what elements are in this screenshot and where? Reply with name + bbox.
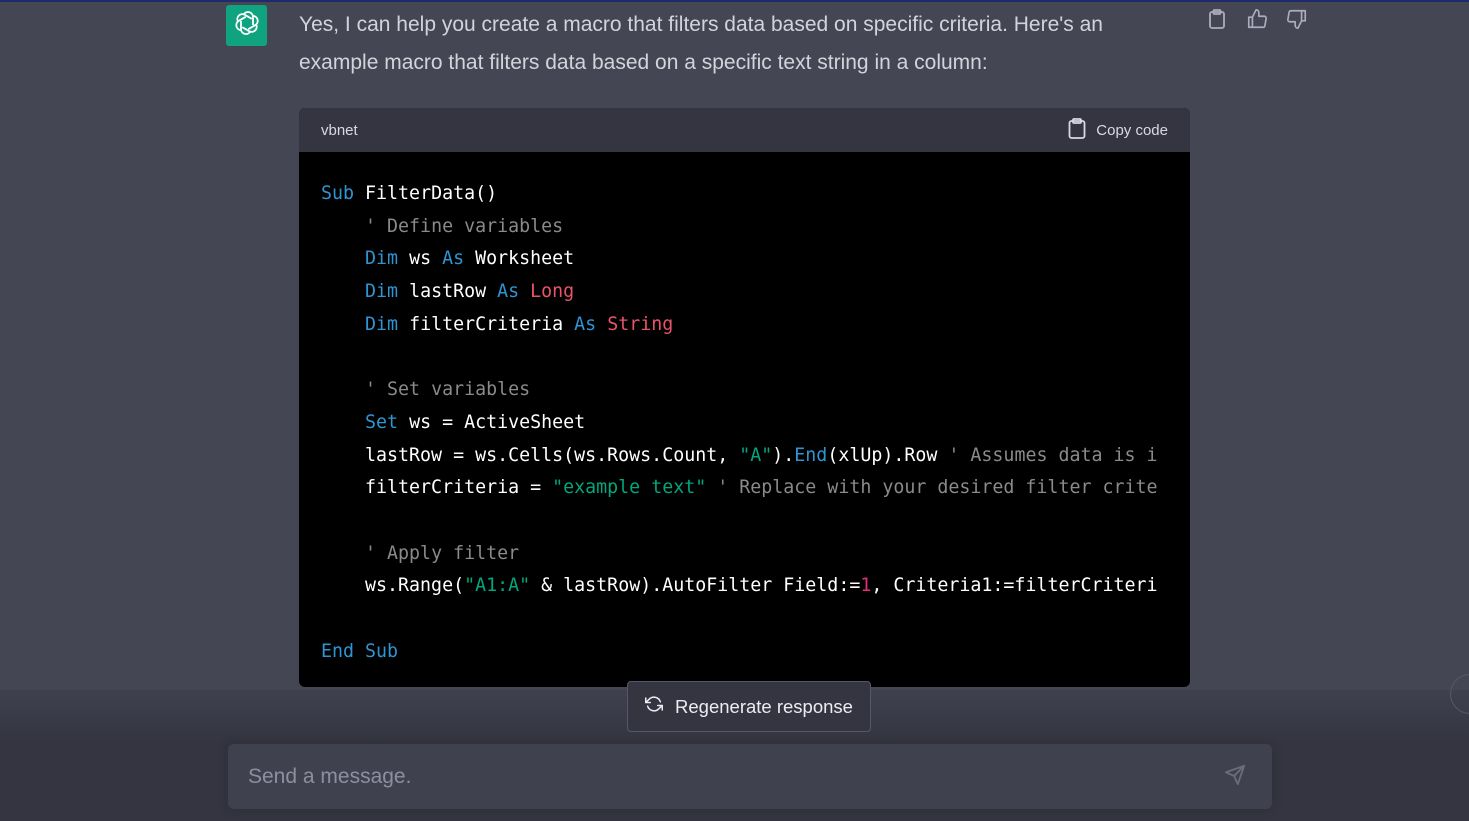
code-token: As (497, 281, 520, 303)
thumbs-up-icon (1246, 8, 1268, 35)
code-token: Dim (365, 313, 399, 335)
send-icon (1224, 764, 1246, 790)
code-line: ' Define variables (321, 211, 1190, 244)
thumbs-up-button[interactable] (1244, 8, 1270, 34)
code-token: ws = ActiveSheet (398, 411, 586, 433)
code-block: vbnet Copy code Sub FilterData() ' Defin… (299, 108, 1190, 687)
assistant-avatar (226, 5, 267, 46)
code-line: ' Apply filter (321, 538, 1190, 571)
send-button[interactable] (1224, 764, 1250, 790)
code-token: "example text" (552, 477, 707, 499)
top-accent-line (0, 0, 1469, 2)
code-content: Sub FilterData() ' Define variables Dim … (299, 152, 1190, 687)
code-token: Worksheet (464, 248, 575, 270)
code-line: ' Set variables (321, 374, 1190, 407)
openai-logo-icon (233, 9, 261, 42)
code-token: , Criteria1:=filterCriteri (871, 575, 1158, 597)
code-token: ' Define variables (365, 215, 564, 237)
thumbs-down-icon (1286, 8, 1308, 35)
code-token: End (794, 444, 828, 466)
code-line: End Sub (321, 636, 1190, 669)
thumbs-down-button[interactable] (1284, 8, 1310, 34)
code-token: FilterData() (354, 183, 498, 204)
assistant-message-text: Yes, I can help you create a macro that … (299, 13, 1103, 74)
clipboard-icon (1068, 117, 1086, 143)
code-token: ' Apply filter (365, 542, 520, 564)
code-token: & lastRow).AutoFilter Field:= (530, 575, 861, 597)
code-token: "A1:A" (464, 575, 531, 597)
message-input[interactable] (246, 754, 1210, 800)
code-token: ' Replace with your desired filter crite (717, 477, 1158, 499)
code-token: String (607, 313, 674, 335)
code-line: lastRow = ws.Cells(ws.Rows.Count, "A").E… (321, 440, 1190, 473)
code-token: filterCriteria = (321, 477, 553, 499)
refresh-icon (645, 695, 664, 718)
code-token: lastRow (398, 281, 498, 303)
code-token: "A" (739, 444, 773, 466)
regenerate-response-button[interactable]: Regenerate response (627, 681, 871, 732)
code-line: filterCriteria = "example text" ' Replac… (321, 472, 1190, 505)
code-token: As (442, 248, 465, 270)
code-token: End (321, 640, 355, 662)
message-actions (1204, 8, 1310, 34)
code-line: Sub FilterData() (321, 178, 1190, 211)
code-block-header: vbnet Copy code (299, 108, 1190, 152)
code-token: Long (530, 281, 575, 303)
code-token: Set (365, 411, 399, 433)
copy-code-label: Copy code (1096, 121, 1168, 139)
code-token: filterCriteria (398, 313, 575, 335)
code-line: Dim ws As Worksheet (321, 243, 1190, 276)
code-token: Dim (365, 281, 399, 303)
message-composer (228, 744, 1272, 809)
code-token: (xlUp).Row (827, 444, 949, 466)
code-line: Set ws = ActiveSheet (321, 407, 1190, 440)
code-line: Dim filterCriteria As String (321, 309, 1190, 342)
code-token: As (574, 313, 597, 335)
code-line: ws.Range("A1:A" & lastRow).AutoFilter Fi… (321, 570, 1190, 603)
copy-code-button[interactable]: Copy code (1068, 117, 1168, 143)
code-token: ' Set variables (365, 379, 531, 401)
code-token: Sub (365, 640, 399, 662)
regenerate-label: Regenerate response (675, 695, 853, 717)
code-token: 1 (860, 575, 872, 597)
code-token: ' Assumes data is i (948, 444, 1158, 466)
code-token: Sub (321, 183, 355, 204)
code-language-label: vbnet (321, 121, 358, 139)
code-token: ). (772, 444, 795, 466)
code-token: lastRow = ws.Cells(ws.Rows.Count, (321, 444, 740, 466)
copy-message-button[interactable] (1204, 8, 1230, 34)
code-token: Dim (365, 248, 399, 270)
code-token: ws.Range( (321, 575, 465, 597)
clipboard-icon (1208, 8, 1226, 34)
code-token: ws (398, 248, 443, 270)
code-line: Dim lastRow As Long (321, 276, 1190, 309)
